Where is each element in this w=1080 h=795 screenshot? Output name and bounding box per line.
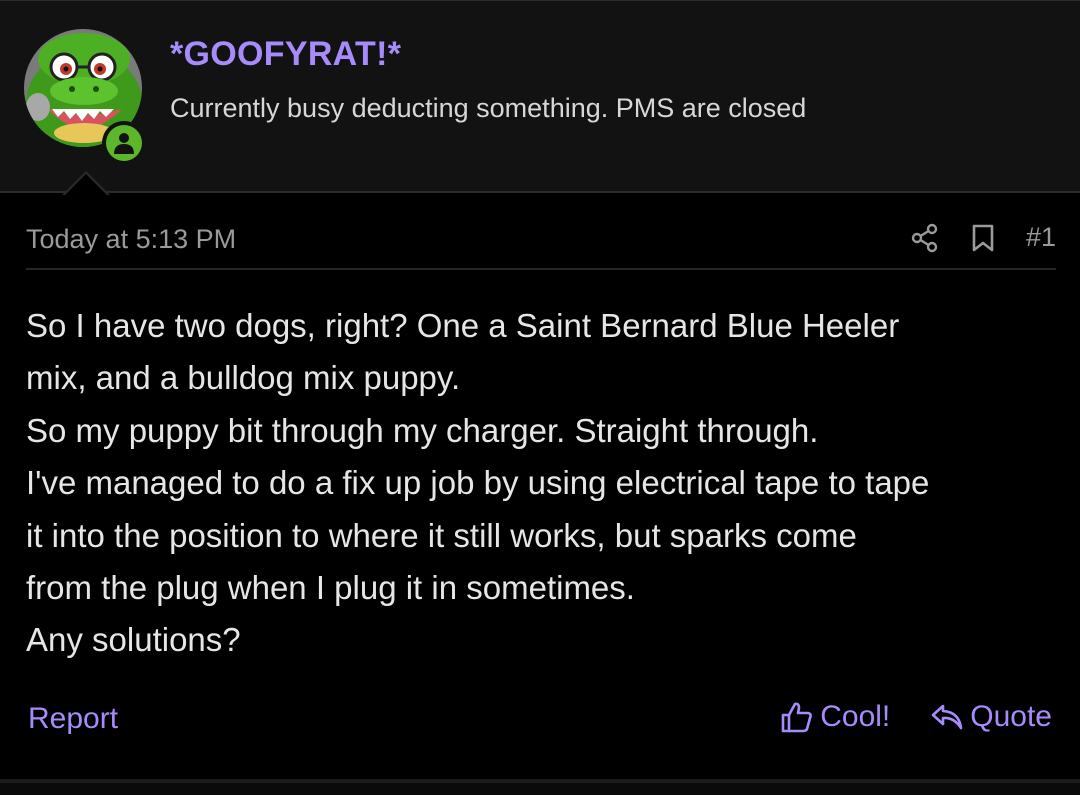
post-meta: Today at 5:13 PM #1 bbox=[26, 218, 1056, 270]
thumbs-up-icon bbox=[781, 702, 813, 733]
quote-label: Quote bbox=[970, 700, 1052, 733]
post-actions: Report Cool! Quote bbox=[28, 700, 1052, 742]
next-post-edge bbox=[0, 783, 1080, 795]
online-status-badge bbox=[102, 121, 146, 165]
cool-reaction-label: Cool! bbox=[820, 700, 891, 733]
report-button[interactable]: Report bbox=[28, 702, 118, 736]
post-body-line: So my puppy bit through my charger. Stra… bbox=[26, 411, 819, 449]
post-body-line: mix, and a bulldog mix puppy. bbox=[26, 359, 461, 397]
bookmark-icon bbox=[972, 224, 994, 251]
quote-button[interactable]: Quote bbox=[930, 700, 1052, 734]
bookmark-button[interactable] bbox=[970, 223, 996, 253]
share-icon bbox=[911, 223, 938, 252]
post-body: So I have two dogs, right? One a Saint B… bbox=[26, 300, 1061, 667]
user-title: Currently busy deducting something. PMS … bbox=[170, 93, 807, 123]
post-body-line: it into the position to where it still w… bbox=[26, 516, 857, 554]
post-timestamp[interactable]: Today at 5:13 PM bbox=[26, 224, 236, 255]
post-body-line: I've managed to do a fix up job by using… bbox=[26, 464, 930, 502]
post-body-line: from the plug when I plug it in sometime… bbox=[26, 569, 635, 607]
author-header: *GOOFYRAT!* Currently busy deducting som… bbox=[0, 0, 1080, 195]
post-number-link[interactable]: #1 bbox=[1026, 222, 1056, 253]
share-button[interactable] bbox=[910, 223, 940, 253]
reply-arrow-icon bbox=[931, 704, 963, 730]
cool-reaction-button[interactable]: Cool! bbox=[780, 700, 890, 734]
forum-post: *GOOFYRAT!* Currently busy deducting som… bbox=[0, 0, 1080, 795]
username-link[interactable]: *GOOFYRAT!* bbox=[170, 35, 401, 74]
reaction-bar: Cool! Quote bbox=[780, 700, 1052, 734]
avatar[interactable] bbox=[24, 29, 148, 165]
post-body-line: So I have two dogs, right? One a Saint B… bbox=[26, 307, 900, 344]
user-online-icon bbox=[106, 125, 142, 161]
post-meta-actions: #1 bbox=[910, 222, 1056, 253]
post-body-line: Any solutions? bbox=[26, 621, 241, 659]
header-pointer-inner bbox=[64, 174, 108, 196]
